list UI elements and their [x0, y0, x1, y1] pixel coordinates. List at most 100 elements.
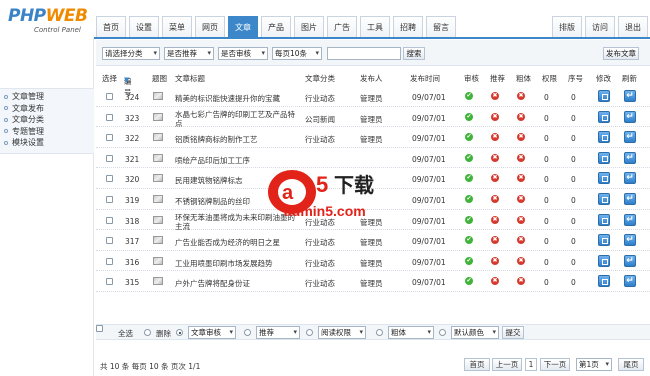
audit-yes-icon[interactable]: ✔ [465, 92, 473, 100]
bold-action-select[interactable]: 粗体 [388, 326, 434, 339]
page-select[interactable]: 第1页 [576, 358, 612, 371]
edit-icon[interactable] [598, 131, 610, 144]
tab-8[interactable]: 工具 [360, 16, 390, 38]
color-radio[interactable] [439, 329, 446, 336]
recommend-no-icon[interactable]: ✖ [491, 277, 499, 286]
tab-6[interactable]: 图片 [294, 16, 324, 38]
row-checkbox[interactable] [106, 237, 113, 245]
bold-no-icon[interactable]: ✖ [517, 174, 525, 183]
select-all-checkbox[interactable] [96, 325, 103, 332]
edit-icon[interactable] [598, 234, 610, 247]
row-checkbox[interactable] [106, 93, 113, 100]
top-right-tab-1[interactable]: 访问 [585, 16, 615, 38]
tab-0[interactable]: 首页 [96, 16, 126, 38]
bold-no-icon[interactable]: ✖ [517, 215, 525, 224]
edit-icon[interactable] [598, 172, 610, 185]
tab-1[interactable]: 设置 [129, 16, 159, 38]
sidebar-item-1[interactable]: 文章发布 [0, 103, 94, 115]
refresh-icon[interactable]: ↵ [624, 275, 636, 288]
edit-icon[interactable] [598, 275, 610, 288]
bold-no-icon[interactable]: ✖ [517, 153, 525, 162]
top-right-tab-0[interactable]: 排版 [552, 16, 582, 38]
row-title[interactable]: 工业用喷墨印刷市场发展趋势 [175, 258, 273, 269]
recommend-select[interactable]: 是否推荐 [164, 47, 214, 60]
audit-yes-icon[interactable]: ✔ [465, 174, 473, 183]
search-button[interactable]: 搜索 [403, 47, 425, 60]
row-checkbox[interactable] [106, 134, 113, 142]
per-page-select[interactable]: 每页10条 [272, 47, 322, 60]
refresh-icon[interactable]: ↵ [624, 172, 636, 185]
bold-no-icon[interactable]: ✖ [517, 133, 525, 142]
audit-yes-icon[interactable]: ✔ [465, 153, 473, 162]
recommend-no-icon[interactable]: ✖ [491, 215, 499, 224]
row-checkbox[interactable] [106, 113, 113, 121]
row-checkbox[interactable] [106, 216, 113, 224]
row-checkbox[interactable] [106, 195, 113, 203]
recommend-no-icon[interactable]: ✖ [491, 92, 499, 100]
sidebar-item-0[interactable]: 文章管理 [0, 91, 94, 103]
audit-yes-icon[interactable]: ✔ [465, 215, 473, 224]
audit-yes-icon[interactable]: ✔ [465, 277, 473, 286]
recommend-no-icon[interactable]: ✖ [491, 153, 499, 162]
tab-9[interactable]: 招聘 [393, 16, 423, 38]
audit-yes-icon[interactable]: ✔ [465, 194, 473, 203]
recommend-no-icon[interactable]: ✖ [491, 133, 499, 142]
refresh-icon[interactable]: ↵ [624, 151, 636, 164]
row-title[interactable]: 喷绘产品印后加工工序 [175, 155, 250, 166]
row-checkbox[interactable] [106, 278, 113, 286]
refresh-icon[interactable]: ↵ [624, 192, 636, 205]
recommend-radio[interactable] [244, 329, 251, 336]
next-page-button[interactable]: 下一页 [540, 358, 570, 371]
refresh-icon[interactable]: ↵ [624, 254, 636, 267]
publish-article-button[interactable]: 发布文章 [603, 47, 639, 60]
top-right-tab-2[interactable]: 退出 [618, 16, 648, 38]
refresh-icon[interactable]: ↵ [624, 234, 636, 247]
tab-5[interactable]: 产品 [261, 16, 291, 38]
submit-button[interactable]: 提交 [502, 326, 524, 339]
recommend-no-icon[interactable]: ✖ [491, 174, 499, 183]
bold-no-icon[interactable]: ✖ [517, 236, 525, 245]
row-title[interactable]: 水晶七彩广告牌的印刷工艺及产品特 [175, 109, 295, 120]
permission-radio[interactable] [306, 329, 313, 336]
refresh-icon[interactable]: ↵ [624, 90, 636, 102]
audit-radio[interactable] [176, 329, 183, 336]
bold-no-icon[interactable]: ✖ [517, 194, 525, 203]
edit-icon[interactable] [598, 151, 610, 164]
audit-select[interactable]: 是否审核 [218, 47, 268, 60]
audit-yes-icon[interactable]: ✔ [465, 112, 473, 121]
recommend-no-icon[interactable]: ✖ [491, 194, 499, 203]
row-checkbox[interactable] [106, 175, 113, 183]
tab-7[interactable]: 广告 [327, 16, 357, 38]
recommend-action-select[interactable]: 推荐 [256, 326, 300, 339]
recommend-no-icon[interactable]: ✖ [491, 112, 499, 121]
search-input[interactable] [327, 47, 401, 60]
row-title[interactable]: 精美的标识能快速提升你的宝藏 [175, 93, 280, 104]
bold-no-icon[interactable]: ✖ [517, 92, 525, 100]
row-title[interactable]: 不锈钢铭牌制品的丝印 [175, 196, 250, 207]
sidebar-item-3[interactable]: 专题管理 [0, 126, 94, 138]
audit-yes-icon[interactable]: ✔ [465, 236, 473, 245]
category-select[interactable]: 请选择分类 [102, 47, 160, 60]
edit-icon[interactable] [598, 213, 610, 226]
tab-3[interactable]: 网页 [195, 16, 225, 38]
row-title[interactable]: 户外广告牌将配身份证 [175, 278, 250, 289]
audit-yes-icon[interactable]: ✔ [465, 256, 473, 265]
row-title[interactable]: 民用建筑物铭牌标志 [175, 175, 243, 186]
color-action-select[interactable]: 默认颜色 [451, 326, 499, 339]
tab-2[interactable]: 菜单 [162, 16, 192, 38]
row-checkbox[interactable] [106, 257, 113, 265]
edit-icon[interactable] [598, 90, 610, 102]
permission-action-select[interactable]: 阅读权限 [318, 326, 366, 339]
tab-4[interactable]: 文章 [228, 16, 258, 38]
bold-no-icon[interactable]: ✖ [517, 256, 525, 265]
bold-no-icon[interactable]: ✖ [517, 112, 525, 121]
first-page-button[interactable]: 首页 [464, 358, 490, 371]
edit-icon[interactable] [598, 254, 610, 267]
recommend-no-icon[interactable]: ✖ [491, 256, 499, 265]
refresh-icon[interactable]: ↵ [624, 110, 636, 123]
bold-no-icon[interactable]: ✖ [517, 277, 525, 286]
audit-yes-icon[interactable]: ✔ [465, 133, 473, 142]
tab-10[interactable]: 留言 [426, 16, 456, 38]
bold-radio[interactable] [376, 329, 383, 336]
row-checkbox[interactable] [106, 154, 113, 162]
